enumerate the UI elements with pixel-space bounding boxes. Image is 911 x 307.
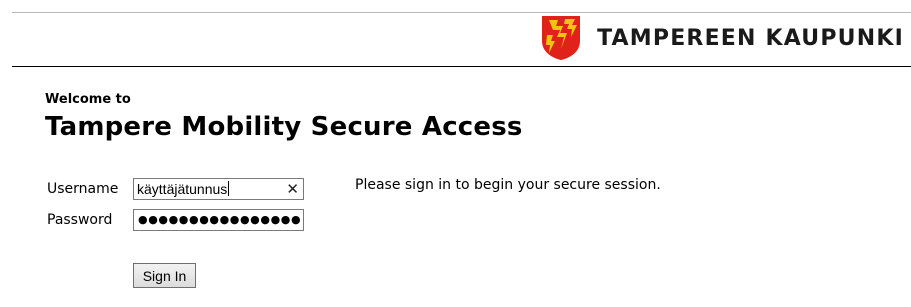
username-field[interactable]: käyttäjätunnus ✕: [133, 178, 304, 200]
clear-icon[interactable]: ✕: [286, 180, 299, 198]
signin-instructions: Please sign in to begin your secure sess…: [355, 177, 661, 193]
brand-logo: TAMPEREEN KAUPUNKI: [541, 13, 904, 63]
username-label: Username: [47, 181, 119, 197]
brand-name: TAMPEREEN KAUPUNKI: [597, 25, 904, 51]
header-divider: [12, 66, 911, 67]
text-caret: [228, 181, 230, 196]
password-label: Password: [47, 212, 113, 228]
password-field[interactable]: ●●●●●●●●●●●●●●●●: [133, 209, 304, 231]
welcome-subtitle: Welcome to: [45, 92, 131, 107]
tampere-crest-icon: [542, 16, 581, 60]
sign-in-button[interactable]: Sign In: [133, 263, 196, 288]
page-title: Tampere Mobility Secure Access: [45, 112, 523, 142]
username-value[interactable]: käyttäjätunnus: [137, 181, 230, 197]
password-value[interactable]: ●●●●●●●●●●●●●●●●: [138, 211, 301, 229]
